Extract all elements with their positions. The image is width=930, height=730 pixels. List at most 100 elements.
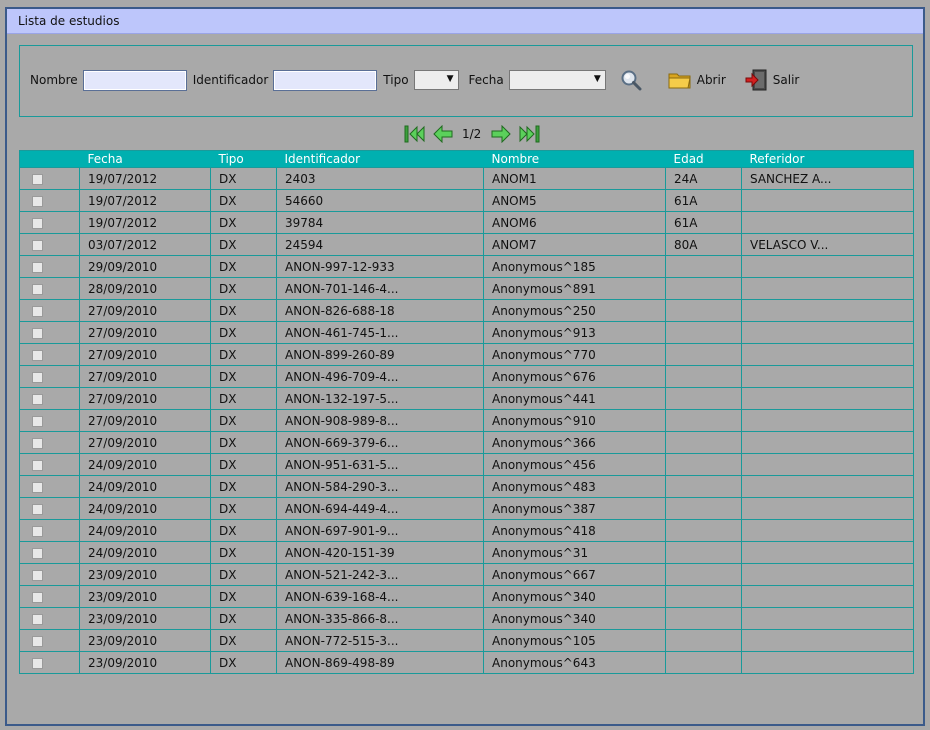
table-row[interactable]: 03/07/2012 DX 24594 ANOM7 80A VELASCO V... bbox=[19, 233, 914, 256]
cell-tipo: DX bbox=[210, 519, 277, 542]
cell-fecha: 27/09/2010 bbox=[79, 365, 211, 388]
cell-edad bbox=[665, 497, 742, 520]
row-checkbox[interactable] bbox=[32, 239, 43, 251]
table-row[interactable]: 19/07/2012 DX 2403 ANOM1 24A SANCHEZ A... bbox=[19, 167, 914, 190]
column-header-nombre[interactable]: Nombre bbox=[483, 150, 666, 168]
table-row[interactable]: 27/09/2010 DX ANON-496-709-4... Anonymous^6… bbox=[19, 365, 914, 388]
previous-page-icon[interactable] bbox=[432, 125, 454, 143]
table-row[interactable]: 29/09/2010 DX ANON-997-12-933 Anonymous^185 bbox=[19, 255, 914, 278]
cell-tipo: DX bbox=[210, 541, 277, 564]
row-checkbox[interactable] bbox=[32, 349, 43, 361]
table-row[interactable]: 24/09/2010 DX ANON-951-631-5... Anonymous^4… bbox=[19, 453, 914, 476]
cell-tipo: DX bbox=[210, 255, 277, 278]
row-checkbox[interactable] bbox=[32, 525, 43, 537]
row-checkbox[interactable] bbox=[32, 591, 43, 603]
row-select-cell bbox=[19, 255, 80, 278]
row-checkbox[interactable] bbox=[32, 261, 43, 273]
abrir-button[interactable]: Abrir bbox=[668, 70, 726, 90]
cell-referidor bbox=[741, 299, 914, 322]
first-page-icon[interactable] bbox=[404, 125, 426, 143]
row-select-cell bbox=[19, 453, 80, 476]
table-row[interactable]: 19/07/2012 DX 54660 ANOM5 61A bbox=[19, 189, 914, 212]
table-row[interactable]: 19/07/2012 DX 39784 ANOM6 61A bbox=[19, 211, 914, 234]
row-checkbox[interactable] bbox=[32, 547, 43, 559]
table-row[interactable]: 24/09/2010 DX ANON-420-151-39 Anonymous^31 bbox=[19, 541, 914, 564]
row-checkbox[interactable] bbox=[32, 635, 43, 647]
table-row[interactable]: 23/09/2010 DX ANON-335-866-8... Anonymous^3… bbox=[19, 607, 914, 630]
row-checkbox[interactable] bbox=[32, 305, 43, 317]
column-header-edad[interactable]: Edad bbox=[665, 150, 742, 168]
column-header-referidor[interactable]: Referidor bbox=[741, 150, 914, 168]
table-row[interactable]: 27/09/2010 DX ANON-461-745-1... Anonymous^9… bbox=[19, 321, 914, 344]
cell-fecha: 23/09/2010 bbox=[79, 585, 211, 608]
row-checkbox[interactable] bbox=[32, 393, 43, 405]
row-select-cell bbox=[19, 475, 80, 498]
cell-referidor bbox=[741, 321, 914, 344]
cell-referidor bbox=[741, 211, 914, 234]
row-checkbox[interactable] bbox=[32, 569, 43, 581]
table-row[interactable]: 24/09/2010 DX ANON-584-290-3... Anonymous^4… bbox=[19, 475, 914, 498]
tipo-select[interactable]: ▼ bbox=[413, 70, 459, 90]
cell-tipo: DX bbox=[210, 387, 277, 410]
cell-fecha: 24/09/2010 bbox=[79, 475, 211, 498]
cell-tipo: DX bbox=[210, 277, 277, 300]
last-page-icon[interactable] bbox=[518, 125, 540, 143]
table-row[interactable]: 23/09/2010 DX ANON-772-515-3... Anonymous^1… bbox=[19, 629, 914, 652]
identificador-input[interactable] bbox=[273, 69, 378, 91]
row-select-cell bbox=[19, 277, 80, 300]
table-row[interactable]: 24/09/2010 DX ANON-697-901-9... Anonymous^4… bbox=[19, 519, 914, 542]
cell-tipo: DX bbox=[210, 321, 277, 344]
table-row[interactable]: 27/09/2010 DX ANON-908-989-8... Anonymous^9… bbox=[19, 409, 914, 432]
cell-fecha: 24/09/2010 bbox=[79, 519, 211, 542]
column-header-select[interactable] bbox=[19, 150, 80, 168]
cell-referidor bbox=[741, 365, 914, 388]
cell-fecha: 24/09/2010 bbox=[79, 453, 211, 476]
row-checkbox[interactable] bbox=[32, 217, 43, 229]
column-header-tipo[interactable]: Tipo bbox=[210, 150, 277, 168]
table-row[interactable]: 28/09/2010 DX ANON-701-146-4... Anonymous^8… bbox=[19, 277, 914, 300]
row-checkbox[interactable] bbox=[32, 459, 43, 471]
row-checkbox[interactable] bbox=[32, 173, 43, 185]
next-page-icon[interactable] bbox=[490, 125, 512, 143]
row-checkbox[interactable] bbox=[32, 437, 43, 449]
salir-button[interactable]: Salir bbox=[726, 68, 799, 92]
table-row[interactable]: 27/09/2010 DX ANON-826-688-18 Anonymous^250 bbox=[19, 299, 914, 322]
row-checkbox[interactable] bbox=[32, 613, 43, 625]
cell-referidor: SANCHEZ A... bbox=[741, 167, 914, 190]
nombre-input[interactable] bbox=[82, 69, 187, 91]
table-row[interactable]: 23/09/2010 DX ANON-639-168-4... Anonymous^3… bbox=[19, 585, 914, 608]
column-header-fecha[interactable]: Fecha bbox=[79, 150, 211, 168]
row-checkbox[interactable] bbox=[32, 503, 43, 515]
cell-fecha: 23/09/2010 bbox=[79, 563, 211, 586]
table-row[interactable]: 23/09/2010 DX ANON-521-242-3... Anonymous^6… bbox=[19, 563, 914, 586]
cell-referidor bbox=[741, 409, 914, 432]
row-checkbox[interactable] bbox=[32, 371, 43, 383]
cell-tipo: DX bbox=[210, 409, 277, 432]
table-row[interactable]: 27/09/2010 DX ANON-132-197-5... Anonymous^4… bbox=[19, 387, 914, 410]
column-header-identificador[interactable]: Identificador bbox=[276, 150, 484, 168]
row-select-cell bbox=[19, 321, 80, 344]
row-checkbox[interactable] bbox=[32, 327, 43, 339]
cell-edad bbox=[665, 475, 742, 498]
cell-nombre: ANOM6 bbox=[483, 211, 666, 234]
table-row[interactable]: 27/09/2010 DX ANON-669-379-6... Anonymous^3… bbox=[19, 431, 914, 454]
row-checkbox[interactable] bbox=[32, 195, 43, 207]
cell-nombre: Anonymous^643 bbox=[483, 651, 666, 674]
study-table: Fecha Tipo Identificador Nombre Edad Ref… bbox=[19, 150, 914, 674]
table-row[interactable]: 24/09/2010 DX ANON-694-449-4... Anonymous^3… bbox=[19, 497, 914, 520]
cell-edad bbox=[665, 299, 742, 322]
tipo-label: Tipo bbox=[383, 73, 409, 87]
filter-row: Nombre Identificador Tipo ▼ Fecha ▼ Abri… bbox=[30, 68, 799, 92]
fecha-select[interactable]: ▼ bbox=[508, 70, 606, 90]
cell-referidor bbox=[741, 475, 914, 498]
row-checkbox[interactable] bbox=[32, 283, 43, 295]
table-row[interactable]: 23/09/2010 DX ANON-869-498-89 Anonymous^643 bbox=[19, 651, 914, 674]
row-checkbox[interactable] bbox=[32, 415, 43, 427]
search-icon[interactable] bbox=[620, 69, 642, 91]
table-row[interactable]: 27/09/2010 DX ANON-899-260-89 Anonymous^770 bbox=[19, 343, 914, 366]
row-checkbox[interactable] bbox=[32, 481, 43, 493]
row-select-cell bbox=[19, 519, 80, 542]
row-checkbox[interactable] bbox=[32, 657, 43, 669]
folder-icon bbox=[668, 73, 691, 89]
cell-referidor bbox=[741, 387, 914, 410]
